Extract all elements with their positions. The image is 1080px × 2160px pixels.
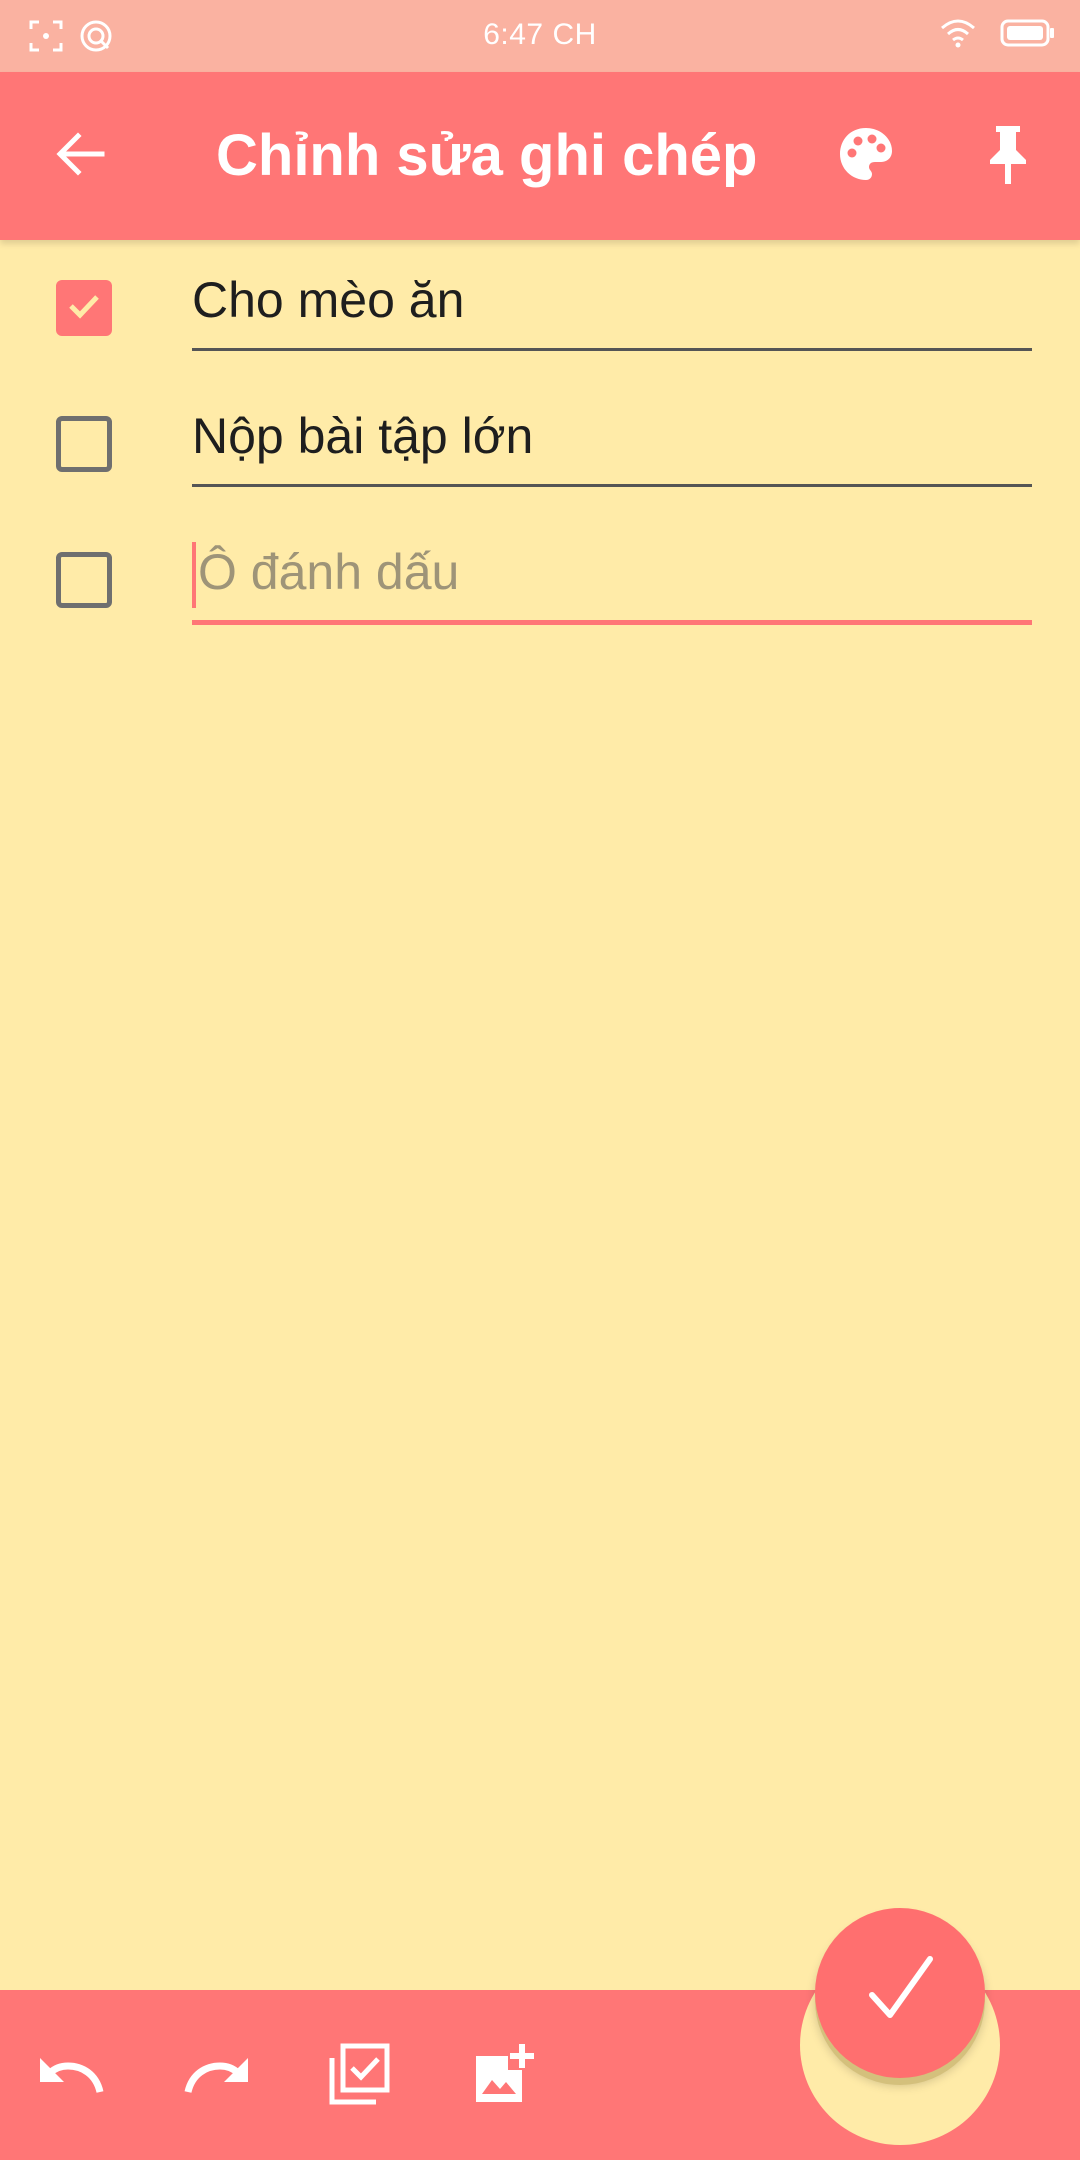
add-image-icon bbox=[472, 2042, 536, 2111]
list-item: Cho mèo ăn bbox=[0, 240, 1080, 376]
item-text-field[interactable]: Cho mèo ăn bbox=[192, 270, 1032, 330]
status-right-icons bbox=[940, 18, 1056, 53]
page-title: Chỉnh sửa ghi chép bbox=[216, 123, 758, 188]
pin-icon bbox=[984, 122, 1032, 191]
save-button[interactable] bbox=[815, 1908, 985, 2078]
checkmark-icon bbox=[64, 286, 104, 331]
status-time: 6:47 CH bbox=[483, 18, 597, 51]
add-image-button[interactable] bbox=[468, 2040, 540, 2112]
wifi-icon bbox=[940, 18, 976, 53]
app-bar: Chỉnh sửa ghi chép bbox=[0, 72, 1080, 240]
arrow-back-icon bbox=[52, 126, 108, 187]
new-item-checkbox[interactable] bbox=[56, 552, 112, 608]
redo-icon bbox=[182, 2052, 250, 2101]
undo-icon bbox=[38, 2052, 106, 2101]
color-palette-button[interactable] bbox=[830, 120, 902, 192]
new-item-input[interactable]: Ô đánh dấu bbox=[192, 542, 1038, 602]
checkmark-icon bbox=[860, 1951, 940, 2036]
list-item: Nộp bài tập lớn bbox=[0, 376, 1080, 512]
item-checkbox-checked[interactable] bbox=[56, 280, 112, 336]
palette-icon bbox=[836, 124, 896, 189]
field-underline bbox=[192, 484, 1032, 487]
item-text-field[interactable]: Nộp bài tập lớn bbox=[192, 406, 1032, 466]
item-checkbox[interactable] bbox=[56, 416, 112, 472]
status-bar: 6:47 CH bbox=[0, 0, 1080, 72]
undo-button[interactable] bbox=[36, 2040, 108, 2112]
battery-icon bbox=[1000, 18, 1056, 53]
add-checklist-button[interactable] bbox=[324, 2040, 396, 2112]
pin-button[interactable] bbox=[972, 120, 1044, 192]
redo-button[interactable] bbox=[180, 2040, 252, 2112]
add-checklist-icon bbox=[328, 2042, 392, 2111]
field-underline-active bbox=[192, 620, 1032, 625]
new-list-item: Ô đánh dấu bbox=[0, 512, 1080, 648]
field-underline bbox=[192, 348, 1032, 351]
back-button[interactable] bbox=[44, 120, 116, 192]
